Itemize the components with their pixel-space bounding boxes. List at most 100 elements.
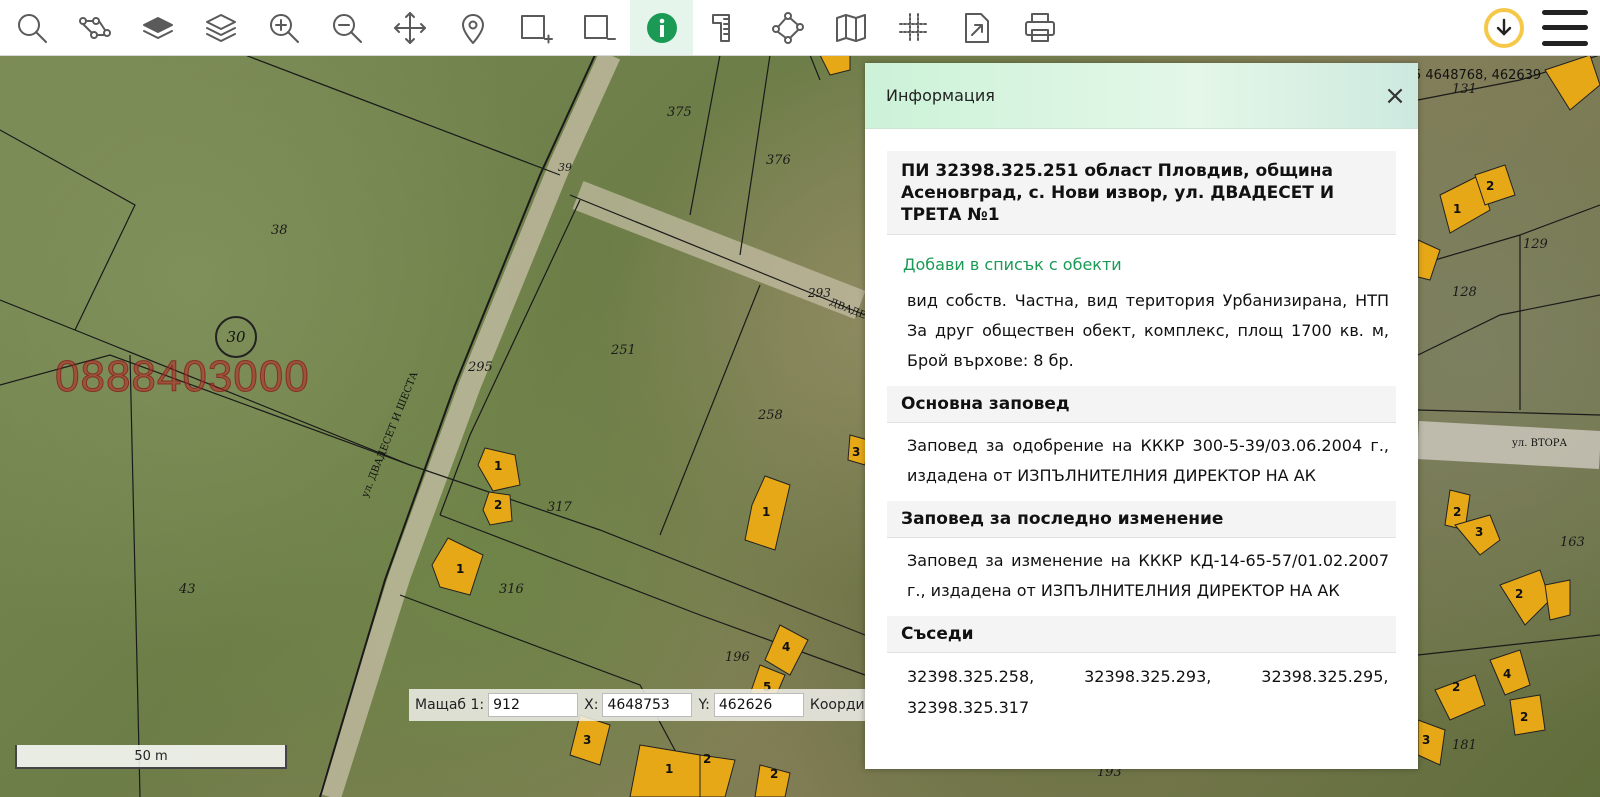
building-label: 2 (1520, 710, 1529, 724)
layer-button[interactable] (126, 0, 189, 55)
building-label: 1 (456, 562, 465, 576)
building-label: 2 (770, 767, 779, 781)
grid-icon (898, 12, 929, 43)
info-panel-title: Информация (886, 86, 995, 105)
pan-icon (393, 11, 426, 44)
building-label: 2 (703, 752, 712, 766)
main-order-text: Заповед за одобрение на КККР 300-5-39/03… (907, 436, 1389, 485)
building-label: 3 (1422, 733, 1431, 747)
building-label: 1 (494, 459, 503, 473)
select-remove-icon (583, 14, 616, 40)
zoom-in-button[interactable] (252, 0, 315, 55)
parcel-label: 375 (667, 105, 692, 120)
location-pin-icon (461, 13, 484, 44)
menu-icon (1542, 9, 1588, 15)
layer-icon (142, 16, 173, 39)
building-label: 2 (1452, 680, 1461, 694)
last-change-heading: Заповед за последно изменение (887, 501, 1396, 538)
search-icon (17, 13, 47, 43)
building-label: 3 (852, 445, 861, 459)
map-icon (835, 13, 866, 42)
export-button[interactable] (945, 0, 1008, 55)
parcel-label: 258 (758, 408, 783, 423)
layers-icon (205, 13, 236, 42)
parcel-label: 129 (1523, 237, 1548, 252)
building-label: 4 (782, 640, 791, 654)
street-label: ул. ВТОРА (1512, 438, 1568, 449)
neighbor-link[interactable]: 32398.325.258, (907, 661, 1068, 692)
add-to-list-link[interactable]: Добави в списък с обекти (887, 235, 1396, 284)
parcel-label: 131 (1452, 82, 1477, 97)
select-remove-button[interactable] (567, 0, 630, 55)
parcel-title: ПИ 32398.325.251 област Пловдив, община … (887, 151, 1396, 235)
y-coordinate-input[interactable] (713, 693, 804, 717)
grid-button[interactable] (882, 0, 945, 55)
parcel-description: вид собств. Частна, вид територия Урбани… (907, 291, 1389, 370)
building-label: 2 (1515, 587, 1524, 601)
last-change-text: Заповед за изменение на КККР КД-14-65-57… (907, 551, 1389, 600)
coordinate-readout: 5 4648768, 462639 (1413, 68, 1542, 83)
parcel-label: 316 (499, 582, 524, 597)
phone-watermark: 0888403000 (55, 352, 310, 402)
measure-button[interactable] (693, 0, 756, 55)
select-add-button[interactable] (504, 0, 567, 55)
neighbors-heading: Съседи (887, 616, 1396, 653)
export-icon (964, 12, 989, 43)
building-label: 4 (1503, 667, 1512, 681)
parcel-label: 376 (766, 153, 791, 168)
download-button[interactable] (1484, 7, 1524, 48)
building-label: 1 (1453, 202, 1462, 216)
circled-label: 30 (215, 316, 257, 358)
pan-button[interactable] (378, 0, 441, 55)
building-label: 2 (1453, 505, 1462, 519)
building-label: 1 (665, 762, 674, 776)
neighbor-link[interactable]: 32398.325.295, (1228, 661, 1388, 692)
parcel-label: 128 (1452, 285, 1477, 300)
neighbors-list: 32398.325.258, 32398.325.293, 32398.325.… (887, 653, 1396, 723)
parcel-label: 43 (179, 582, 196, 597)
info-button[interactable] (630, 0, 693, 55)
info-panel: Информация × ПИ 32398.325.251 област Пло… (865, 63, 1418, 769)
x-coordinate-input[interactable] (602, 693, 693, 717)
layers-button[interactable] (189, 0, 252, 55)
parcel-label: 317 (547, 500, 572, 515)
search-button[interactable] (0, 0, 63, 55)
parcel-label: 293 (808, 286, 831, 300)
building-label: 2 (494, 498, 503, 512)
main-order-heading: Основна заповед (887, 386, 1396, 423)
info-panel-body: ПИ 32398.325.251 област Пловдив, община … (865, 129, 1418, 723)
print-button[interactable] (1008, 0, 1071, 55)
coordinates-label: Координат (809, 697, 865, 713)
measure-icon (711, 13, 730, 42)
scale-input[interactable] (488, 693, 579, 717)
download-icon (1496, 18, 1512, 36)
route-button[interactable] (63, 0, 126, 55)
parcel-label: 196 (725, 650, 750, 665)
building-label: 3 (1475, 525, 1484, 539)
route-icon (78, 16, 111, 39)
neighbor-link[interactable]: 32398.325.317 (907, 692, 1068, 723)
parcel-label: 181 (1452, 738, 1477, 753)
scale-bar-label: 50 m (134, 748, 168, 764)
zoom-out-icon (332, 13, 362, 43)
zoom-out-button[interactable] (315, 0, 378, 55)
toolbar (0, 0, 1600, 56)
zoom-in-icon (269, 13, 299, 43)
print-icon (1024, 12, 1055, 42)
parcel-label: 163 (1560, 535, 1585, 550)
scale-bar: 50 m (15, 745, 287, 769)
coordinates-bar: Мащаб 1: X: Y: Координат (409, 689, 865, 721)
parcel-label: 295 (468, 360, 493, 375)
polygon-icon (771, 11, 804, 44)
info-icon (646, 12, 677, 43)
polygon-button[interactable] (756, 0, 819, 55)
location-pin-button[interactable] (441, 0, 504, 55)
map-button[interactable] (819, 0, 882, 55)
building-label: 3 (583, 733, 592, 747)
x-label: X: (584, 697, 599, 713)
neighbor-link[interactable]: 32398.325.293, (1068, 661, 1229, 692)
menu-button[interactable] (1542, 8, 1588, 48)
building-label: 1 (762, 505, 771, 519)
close-icon[interactable]: × (1382, 83, 1408, 109)
parcel-label: 38 (271, 223, 288, 238)
